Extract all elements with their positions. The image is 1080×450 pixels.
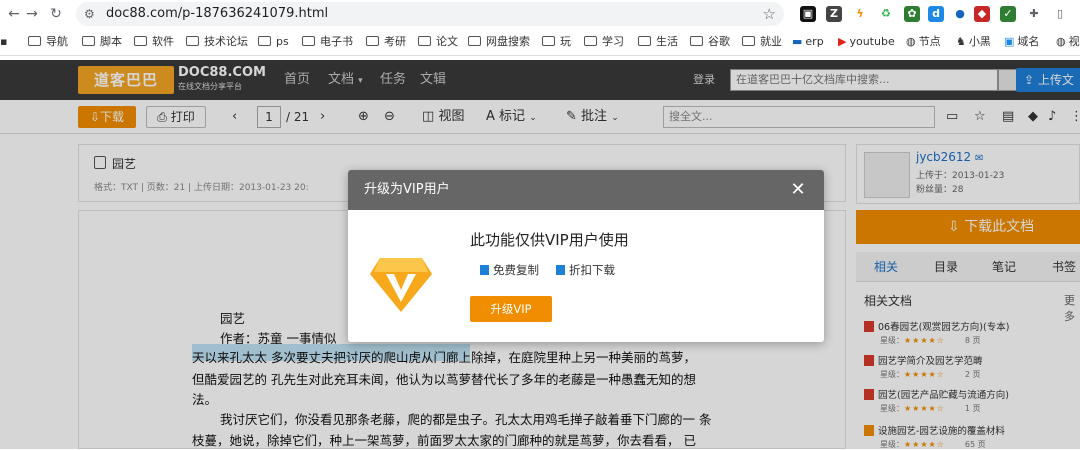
bookmark-item[interactable]: 论文 [418, 33, 458, 51]
bookmark-item[interactable]: 学习 [584, 33, 624, 51]
forward-arrow-icon[interactable]: → [22, 4, 42, 24]
feature-discount-download-label: 折扣下载 [569, 263, 615, 277]
extension-icon-d[interactable]: d [928, 6, 944, 22]
extension-icon-globe[interactable]: ● [952, 6, 968, 22]
upgrade-vip-button[interactable]: 升级VIP [470, 296, 552, 322]
folder-icon [82, 36, 95, 46]
folder-icon [366, 36, 379, 46]
extension-icon-bolt[interactable]: ϟ [852, 6, 868, 22]
folder-icon [28, 36, 41, 46]
feature-free-copy-label: 免费复制 [493, 263, 539, 277]
bookmark-item[interactable]: ▶ youtube [838, 33, 895, 51]
bookmark-item[interactable]: 就业 [742, 33, 782, 51]
bookmark-item[interactable]: ps [258, 33, 289, 51]
extension-icon-1[interactable]: ▣ [800, 6, 816, 22]
folder-icon [584, 36, 597, 46]
extension-icon-check[interactable]: ✓ [1000, 6, 1016, 22]
globe-icon: ◍ [1056, 35, 1066, 48]
modal-header: 升级为VIP用户 [348, 170, 824, 210]
extension-icon-leaf[interactable]: ✿ [904, 6, 920, 22]
extension-icon-shield[interactable]: ◆ [974, 6, 990, 22]
bookmark-item[interactable]: ▬ erp [792, 33, 824, 51]
erp-icon: ▬ [792, 35, 803, 48]
folder-icon [258, 36, 271, 46]
feature-discount-download: 折扣下载 [556, 262, 615, 278]
extension-icon-z[interactable]: Z [826, 6, 842, 22]
bookmark-item[interactable]: ♞ 小黑 [956, 33, 991, 51]
url-text[interactable]: doc88.com/p-187636241079.html [106, 2, 328, 26]
bookmark-item[interactable]: 电子书 [302, 33, 353, 51]
youtube-icon: ▶ [838, 35, 847, 48]
bookmark-star-icon[interactable]: ☆ [763, 5, 776, 23]
bookmark-item[interactable]: 网盘搜索 [468, 33, 530, 51]
reload-icon[interactable]: ↻ [46, 4, 66, 24]
folder-icon [302, 36, 315, 46]
vip-modal: 升级为VIP用户 ✕ 此功能仅供VIP用户使用 免费复制 折扣下载 升级VIP [348, 170, 824, 342]
folder-icon [468, 36, 481, 46]
bookmark-item[interactable]: 考研 [366, 33, 406, 51]
folder-icon [134, 36, 147, 46]
extension-icon-sync[interactable]: ♻ [878, 6, 894, 22]
folder-icon [542, 36, 555, 46]
extensions-puzzle-icon[interactable]: ✚ [1026, 6, 1042, 22]
download-icon [556, 265, 565, 275]
folder-icon [690, 36, 703, 46]
feature-free-copy: 免费复制 [480, 262, 539, 278]
bookmark-item[interactable]: 导航 [28, 33, 68, 51]
bookmark-apps[interactable]: ▪ [0, 33, 7, 51]
modal-title: 此功能仅供VIP用户使用 [470, 231, 629, 249]
bookmark-item[interactable]: ▣ 域名 [1004, 33, 1039, 51]
close-icon[interactable]: ✕ [786, 178, 810, 202]
bookmark-item[interactable]: 脚本 [82, 33, 122, 51]
globe-icon: ◍ [906, 35, 916, 48]
site-info-icon[interactable]: ⚙ [84, 7, 98, 21]
ghost-icon: ♞ [956, 35, 966, 48]
bookmark-item[interactable]: ◍ 视 [1056, 33, 1080, 51]
bookmark-item[interactable]: ◍ 节点 [906, 33, 941, 51]
bookmark-item[interactable]: 技术论坛 [186, 33, 248, 51]
back-arrow-icon[interactable]: ← [4, 4, 24, 24]
sidepanel-icon[interactable]: ▯ [1052, 6, 1068, 22]
bookmarks-bar: ▪ 导航 脚本 软件 技术论坛 ps 电子书 考研 论文 网盘搜索 玩 学习 生… [0, 28, 1080, 56]
bookmark-item[interactable]: 谷歌 [690, 33, 730, 51]
folder-icon [742, 36, 755, 46]
bookmark-item[interactable]: 生活 [638, 33, 678, 51]
folder-icon [638, 36, 651, 46]
bookmark-item[interactable]: 玩 [542, 33, 571, 51]
domain-icon: ▣ [1004, 35, 1015, 48]
address-row: ← → ↻ ⚙ doc88.com/p-187636241079.html ☆ … [0, 0, 1080, 28]
vip-diamond-icon [370, 258, 432, 312]
bookmark-item[interactable]: 软件 [134, 33, 174, 51]
folder-icon [418, 36, 431, 46]
copy-icon [480, 265, 489, 275]
browser-chrome: ← → ↻ ⚙ doc88.com/p-187636241079.html ☆ … [0, 0, 1080, 60]
folder-icon [186, 36, 199, 46]
address-bar[interactable]: ⚙ doc88.com/p-187636241079.html ☆ [76, 2, 784, 26]
